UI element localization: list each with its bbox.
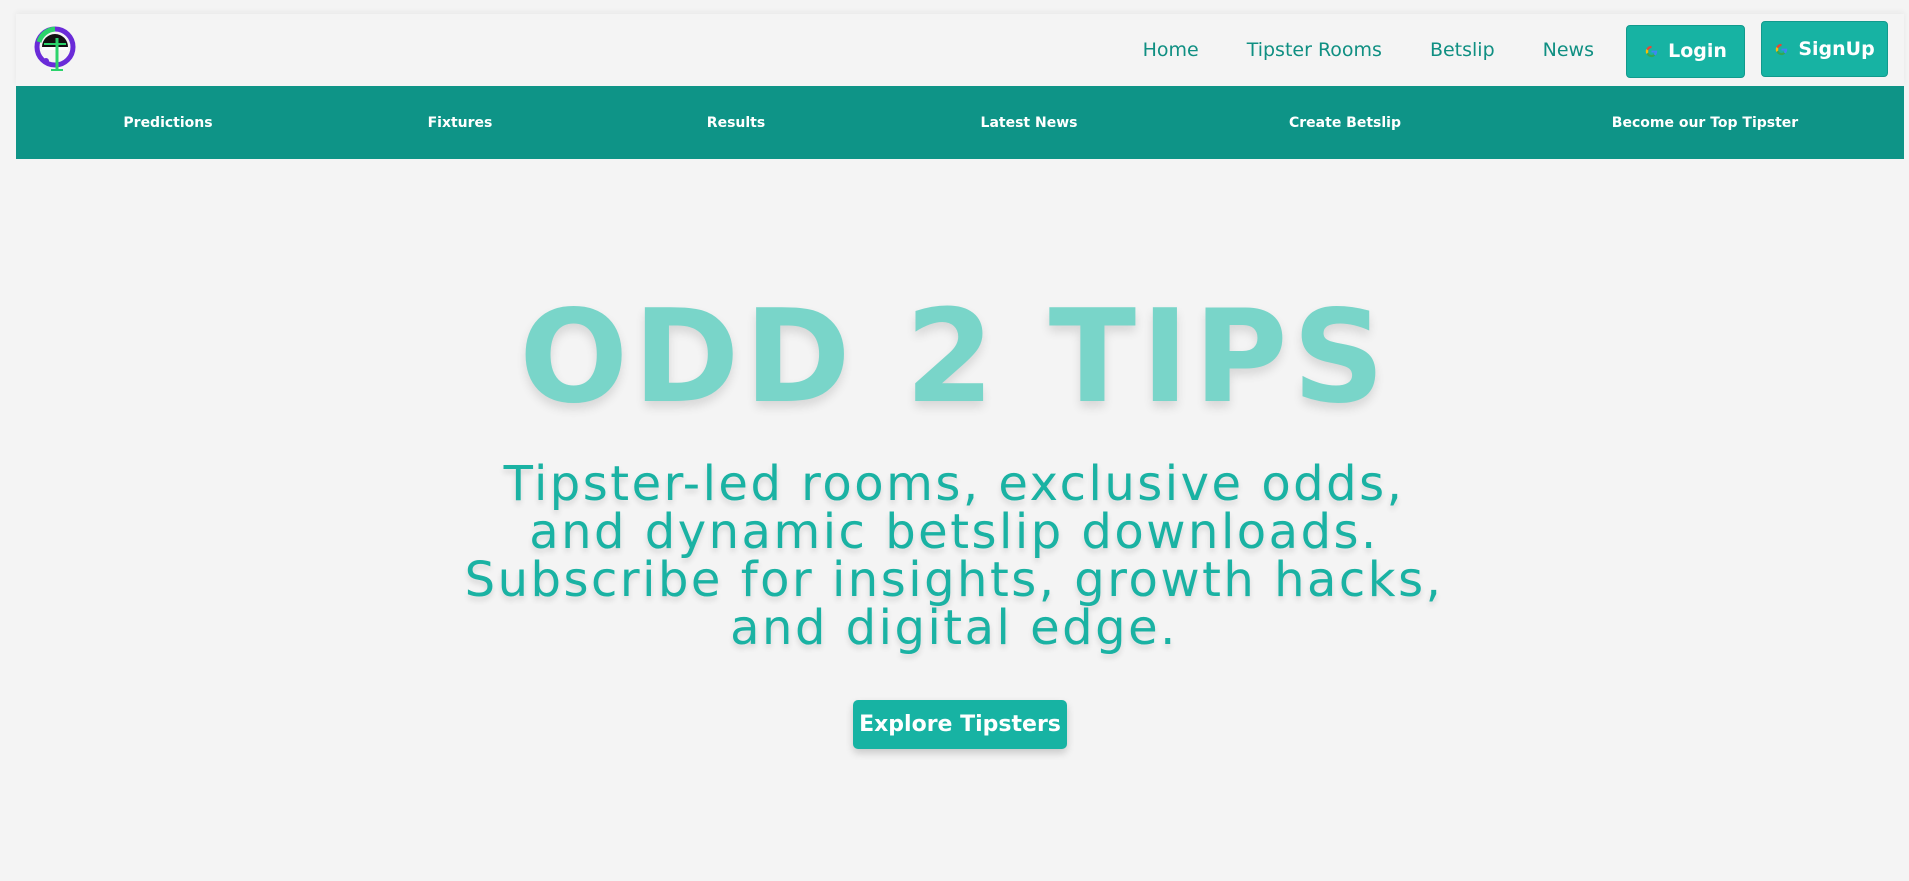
main-nav: Home Tipster Rooms Betslip News Login Si… [1143, 14, 1904, 86]
subnav-latest-news[interactable]: Latest News [981, 86, 1078, 159]
nav-news[interactable]: News [1543, 39, 1594, 61]
nav-tipster-rooms[interactable]: Tipster Rooms [1247, 39, 1382, 61]
explore-tipsters-button[interactable]: Explore Tipsters [853, 700, 1067, 749]
secondary-nav: Predictions Fixtures Results Latest News… [16, 86, 1904, 159]
login-button[interactable]: Login [1626, 24, 1745, 78]
hero-title: ODD 2 TIPS [519, 283, 1390, 432]
signup-button[interactable]: SignUp [1761, 21, 1888, 77]
subnav-results[interactable]: Results [707, 86, 765, 159]
login-label: Login [1668, 40, 1727, 62]
subnav-become-top-tipster[interactable]: Become our Top Tipster [1612, 86, 1798, 159]
brand-logo-icon[interactable] [33, 26, 83, 76]
page: Home Tipster Rooms Betslip News Login Si… [0, 0, 1909, 881]
hero-subtitle: Tipster-led rooms, exclusive odds, and d… [464, 456, 1444, 656]
google-icon [1776, 43, 1788, 55]
subnav-create-betslip[interactable]: Create Betslip [1289, 86, 1401, 159]
nav-home[interactable]: Home [1143, 39, 1199, 61]
signup-label: SignUp [1798, 38, 1875, 60]
google-icon [1645, 45, 1658, 57]
top-header: Home Tipster Rooms Betslip News Login Si… [16, 14, 1904, 86]
nav-betslip[interactable]: Betslip [1430, 39, 1495, 61]
subnav-predictions[interactable]: Predictions [123, 86, 212, 159]
subnav-fixtures[interactable]: Fixtures [428, 86, 493, 159]
